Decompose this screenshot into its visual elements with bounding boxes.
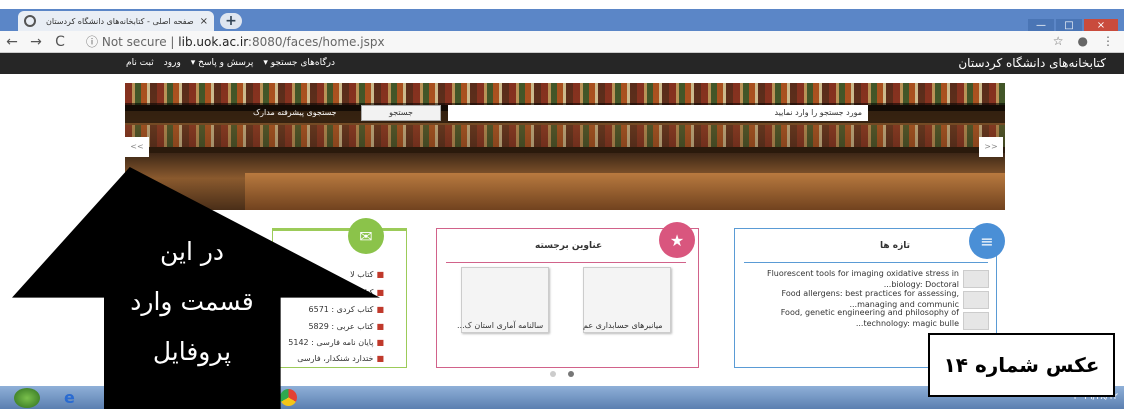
chrome-icon[interactable] [280,389,297,406]
search-input[interactable]: مورد جستجو را وارد نمایید [448,105,868,121]
address-bar: ← → C ⓘ Not secure | lib.uok.ac.ir:8080/… [0,31,1124,53]
nav-search-portals[interactable]: درگاه‌های جستجو ▾ [263,58,335,68]
internet-explorer-icon[interactable]: e [64,388,75,407]
shelf [125,147,1005,153]
top-border [0,0,1124,9]
toolbar-right: ☆ ● ⋮ [1053,34,1114,48]
start-button-icon[interactable] [14,388,40,408]
nav-qa[interactable]: پرسش و پاسخ ▾ [191,58,254,68]
star-icon: ★ [659,222,695,258]
site-header: کتابخانه‌های دانشگاه کردستان درگاه‌های ج… [0,53,1124,74]
url-separator: | [170,35,175,49]
forward-button[interactable]: → [24,34,48,50]
advanced-search-link[interactable]: جستجوی پیشرفته مدارک [253,108,337,117]
new-item[interactable]: Food, genetic engineering and philosophy… [759,307,959,329]
nav-register[interactable]: ثبت نام [126,58,154,68]
tab-title: صفحه اصلی - کتابخانه‌های دانشگاه کردستان [46,16,194,26]
url-field[interactable]: ⓘ Not secure | lib.uok.ac.ir:8080/faces/… [86,33,385,50]
site-title[interactable]: کتابخانه‌های دانشگاه کردستان [958,56,1106,70]
new-item[interactable]: Fluorescent tools for imaging oxidative … [759,268,959,290]
new-item-thumb[interactable] [963,270,989,288]
stat-line: ■کتاب لا [350,270,384,279]
reload-button[interactable]: C [48,34,72,50]
star-icon[interactable]: ☆ [1053,34,1064,48]
site-nav: درگاه‌های جستجو ▾ پرسش و پاسخ ▾ ورود ثبت… [126,58,335,68]
new-item-thumb[interactable] [963,291,989,309]
featured-divider [446,262,686,263]
annotation-line: قسمت وارد [130,287,254,316]
list-icon: ≡ [969,223,1005,259]
stat-line: ■پایان نامه فارسی : 5142 [288,338,384,347]
new-items-title: تازه ها [880,241,911,251]
carousel-dots [550,371,574,377]
stat-line: ■ختدارد شنکدار، فارسی [297,354,384,363]
tab-close-icon[interactable]: × [200,16,208,27]
browser-tab-bar: صفحه اصلی - کتابخانه‌های دانشگاه کردستان… [0,9,1124,34]
browser-tab[interactable]: صفحه اصلی - کتابخانه‌های دانشگاه کردستان… [18,11,214,31]
slider-next-button[interactable]: >> [979,137,1003,157]
url-host: lib.uok.ac.ir [178,35,248,49]
info-icon[interactable]: ⓘ [86,35,98,49]
new-items-divider [744,262,988,263]
slider-prev-button[interactable]: << [125,137,149,157]
stats-card [272,228,407,368]
new-item-thumb[interactable] [963,312,989,330]
stat-line: ■کتاب عربی : 5829 [308,322,384,331]
url-path: :8080/faces/home.jspx [247,35,385,49]
security-label: Not secure [101,35,167,49]
reading-table [245,173,1005,210]
figure-caption: عکس شماره ۱۴ [928,333,1115,397]
new-tab-button[interactable]: + [220,13,242,29]
back-button[interactable]: ← [0,34,24,50]
carousel-dot-active[interactable] [568,371,574,377]
carousel-dot[interactable] [550,371,556,377]
search-bar: مورد جستجو را وارد نمایید جستجو جستجوی پ… [125,103,1005,123]
annotation-line: پروفایل [152,337,232,366]
nav-login[interactable]: ورود [164,58,181,68]
featured-title: عناوین برجسته [535,241,603,251]
menu-icon[interactable]: ⋮ [1102,34,1114,48]
featured-book-title[interactable]: میانبرهای حسابداری عم [583,321,663,330]
mail-icon: ✉ [348,218,384,254]
bookshelf-row [125,83,1005,105]
stat-line: ■کتاب کردی : 6571 [308,305,384,314]
annotation-arrow-text: در این قسمت وارد پروفایل [98,227,286,377]
featured-book-title[interactable]: سالنامه آماری استان ک... [457,321,543,330]
annotation-line: در این [159,237,225,266]
search-button[interactable]: جستجو [361,105,441,121]
bookshelf-row [125,125,1005,147]
favicon-icon [24,15,36,27]
account-icon[interactable]: ● [1078,34,1088,48]
